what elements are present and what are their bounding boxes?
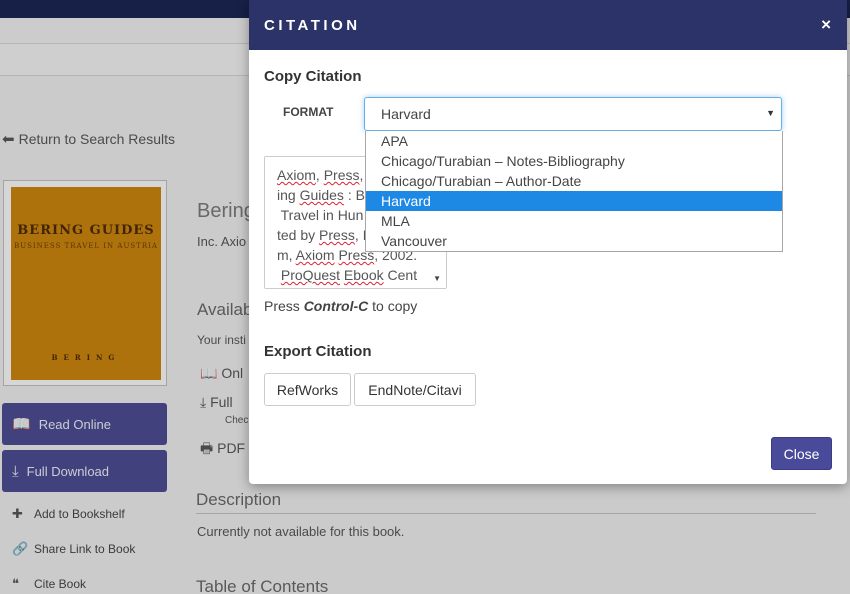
copy-hint-suffix: to copy: [368, 298, 418, 314]
close-icon[interactable]: ×: [821, 15, 831, 35]
format-label: FORMAT: [283, 105, 334, 119]
citation-line: ddocum . ebook: [277, 285, 426, 288]
format-select[interactable]: Harvard ▼: [364, 97, 782, 131]
refworks-button[interactable]: RefWorks: [264, 373, 351, 406]
copy-hint-key: Control-C: [303, 298, 369, 314]
chevron-down-icon: ▼: [766, 108, 775, 118]
endnote-citavi-button[interactable]: EndNote/Citavi: [354, 373, 476, 406]
format-option[interactable]: MLA: [366, 211, 782, 231]
modal-title: CITATION: [264, 16, 361, 34]
format-dropdown-list: APA Chicago/Turabian – Notes-Bibliography…: [365, 131, 783, 252]
format-selected-value: Harvard: [381, 106, 431, 122]
format-option[interactable]: Chicago/Turabian – Notes-Bibliography: [366, 151, 782, 171]
format-option[interactable]: Chicago/Turabian – Author-Date: [366, 171, 782, 191]
copy-hint-prefix: Press: [264, 298, 304, 314]
close-button[interactable]: Close: [771, 437, 832, 470]
modal-header: CITATION ×: [249, 0, 847, 50]
format-option[interactable]: APA: [366, 131, 782, 151]
format-option[interactable]: Harvard: [366, 191, 782, 211]
citation-line: ProQuest Ebook Cent: [280, 267, 418, 283]
copy-citation-heading: Copy Citation: [264, 68, 362, 85]
format-option[interactable]: Vancouver: [366, 231, 782, 251]
scroll-down-icon[interactable]: ▼: [433, 274, 441, 283]
copy-hint: Press Control-C to copy: [264, 298, 417, 314]
export-citation-heading: Export Citation: [264, 343, 372, 360]
